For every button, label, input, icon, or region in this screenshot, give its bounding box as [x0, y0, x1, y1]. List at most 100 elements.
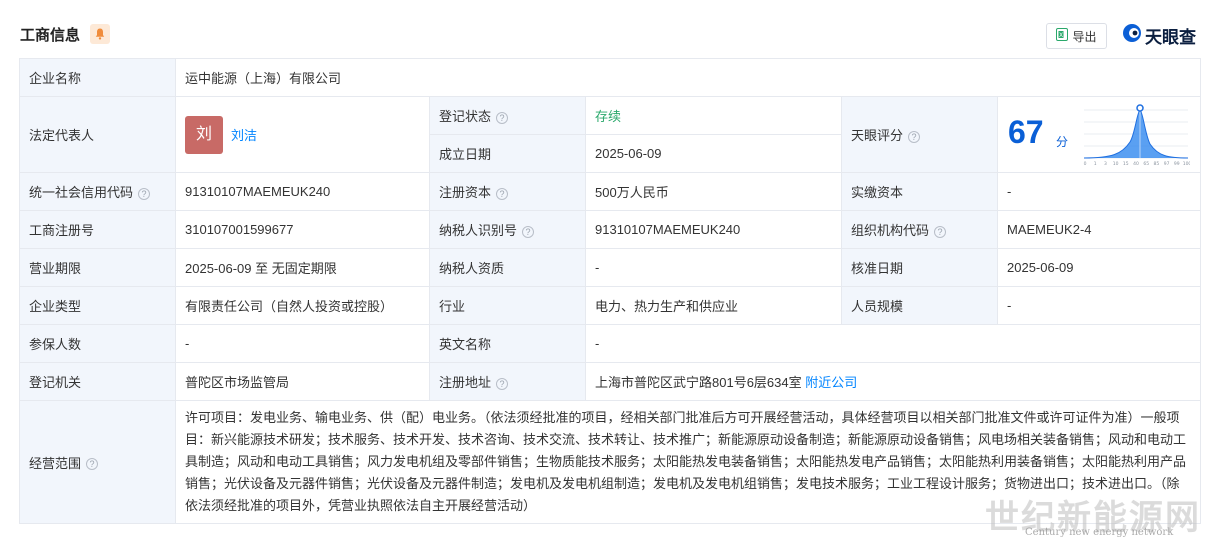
staff-size-label: 人员规模 — [841, 286, 998, 325]
help-icon[interactable]: ? — [86, 458, 99, 471]
founded-label: 成立日期 — [429, 134, 586, 173]
export-label: 导出 — [1072, 29, 1097, 44]
help-icon[interactable]: ? — [496, 187, 509, 200]
taxpayer-id-label: 纳税人识别号? — [429, 210, 586, 249]
section-header: 工商信息 X 导出 天眼查 — [0, 0, 1220, 58]
insured-value: - — [175, 324, 430, 363]
reg-status-label: 登记状态? — [429, 96, 586, 135]
approval-date-value: 2025-06-09 — [996, 248, 1202, 287]
export-button[interactable]: X 导出 — [1046, 23, 1107, 49]
row-legal-rep: 法定代表人 刘刘洁 登记状态? 存续 天眼评分? 67 分 0 1 3 10 15 40 6… — [19, 96, 1202, 173]
avatar[interactable]: 刘 — [185, 115, 223, 154]
reg-capital-label: 注册资本? — [429, 172, 586, 211]
score-x-tick: 40 — [1133, 161, 1139, 167]
score-value: 67 — [1008, 113, 1044, 150]
score-x-tick: 85 — [1154, 161, 1160, 167]
tianyancha-logo: 天眼查 — [1122, 23, 1196, 48]
company-name-value: 运中能源（上海）有限公司 — [174, 58, 1202, 97]
type-value: 有限责任公司（自然人投资或控股） — [175, 286, 430, 325]
org-code-value: MAEMEUK2-4 — [996, 210, 1202, 249]
authority-value: 普陀区市场监管局 — [175, 362, 430, 401]
taxpayer-id-label-text: 纳税人识别号 — [439, 223, 518, 238]
org-code-label: 组织机构代码? — [841, 210, 998, 249]
help-icon[interactable]: ? — [934, 225, 947, 238]
reg-status-label-text: 登记状态 — [439, 109, 492, 124]
business-info-table: 企业名称 运中能源（上海）有限公司 法定代表人 刘刘洁 登记状态? 存续 天眼评… — [19, 58, 1202, 524]
logo-mark-icon — [1122, 23, 1142, 48]
authority-label: 登记机关 — [19, 362, 176, 401]
industry-value: 电力、热力生产和供应业 — [585, 286, 842, 325]
row-credit-code: 统一社会信用代码? 91310107MAEMEUK240 注册资本? 500万人… — [19, 172, 1202, 211]
score-cell[interactable]: 67 分 0 1 3 10 15 40 65 85 97 99 100 — [996, 96, 1202, 173]
watermark-sub: Century new energy network — [1025, 527, 1174, 538]
scope-label: 经营范围? — [19, 400, 176, 524]
score-unit: 分 — [1056, 134, 1069, 149]
company-name-label: 企业名称 — [19, 58, 176, 97]
legal-rep-label: 法定代表人 — [19, 96, 176, 173]
score-x-tick: 99 — [1174, 161, 1180, 167]
address-label-text: 注册地址 — [439, 375, 492, 390]
watermark: 世纪新能源网 Century new energy network — [985, 490, 1215, 540]
type-label: 企业类型 — [19, 286, 176, 325]
row-authority: 登记机关 普陀区市场监管局 注册地址? 上海市普陀区武宁路801号6层634室 … — [19, 362, 1202, 401]
row-term: 营业期限 2025-06-09 至 无固定期限 纳税人资质 - 核准日期 202… — [19, 248, 1202, 287]
address-label: 注册地址? — [429, 362, 586, 401]
bell-icon[interactable] — [90, 24, 110, 44]
taxpayer-qual-value: - — [585, 248, 842, 287]
reg-status-value: 存续 — [585, 96, 842, 135]
credit-code-label-text: 统一社会信用代码 — [29, 185, 134, 200]
help-icon[interactable]: ? — [522, 225, 535, 238]
score-x-tick: 1 — [1094, 161, 1097, 167]
industry-label: 行业 — [429, 286, 586, 325]
excel-icon: X — [1056, 28, 1069, 44]
svg-text:X: X — [1059, 32, 1063, 39]
founded-value: 2025-06-09 — [585, 134, 842, 173]
address-value-cell: 上海市普陀区武宁路801号6层634室 附近公司 — [584, 362, 1202, 401]
biz-reg-no-label: 工商注册号 — [19, 210, 176, 249]
score-label: 天眼评分? — [841, 96, 998, 173]
term-value: 2025-06-09 至 无固定期限 — [175, 248, 430, 287]
legal-rep-name-link[interactable]: 刘洁 — [231, 128, 257, 143]
legal-rep-cell: 刘刘洁 — [175, 96, 430, 173]
score-x-tick: 0 — [1084, 161, 1087, 167]
score-x-tick: 97 — [1164, 161, 1170, 167]
address-value: 上海市普陀区武宁路801号6层634室 — [595, 375, 802, 390]
credit-code-value: 91310107MAEMEUK240 — [175, 172, 430, 211]
score-widget: 67 分 0 1 3 10 15 40 65 85 97 99 100 — [998, 98, 1200, 172]
paid-capital-value: - — [996, 172, 1202, 211]
score-x-tick: 10 — [1113, 161, 1119, 167]
row-biz-reg-no: 工商注册号 310107001599677 纳税人识别号? 91310107MA… — [19, 210, 1202, 249]
score-distribution-chart: 0 1 3 10 15 40 65 85 97 99 100 — [1084, 103, 1190, 167]
staff-size-value: - — [996, 286, 1202, 325]
credit-code-label: 统一社会信用代码? — [19, 172, 176, 211]
help-icon[interactable]: ? — [496, 377, 509, 390]
section-title: 工商信息 — [20, 27, 81, 44]
nearby-companies-link[interactable]: 附近公司 — [805, 375, 857, 390]
logo-text: 天眼查 — [1145, 27, 1196, 47]
score-x-tick: 100 — [1183, 161, 1190, 167]
score-x-tick: 3 — [1104, 161, 1107, 167]
english-name-value: - — [584, 324, 1202, 363]
help-icon[interactable]: ? — [138, 187, 151, 200]
row-type: 企业类型 有限责任公司（自然人投资或控股） 行业 电力、热力生产和供应业 人员规… — [19, 286, 1202, 325]
score-marker-dot — [1136, 103, 1144, 112]
score-x-tick: 15 — [1123, 161, 1129, 167]
reg-capital-label-text: 注册资本 — [439, 185, 492, 200]
scope-label-text: 经营范围 — [29, 455, 82, 471]
score-label-text: 天眼评分 — [851, 128, 904, 143]
org-code-label-text: 组织机构代码 — [851, 223, 930, 238]
row-company-name: 企业名称 运中能源（上海）有限公司 — [19, 58, 1202, 97]
term-label: 营业期限 — [19, 248, 176, 287]
taxpayer-qual-label: 纳税人资质 — [429, 248, 586, 287]
insured-label: 参保人数 — [19, 324, 176, 363]
row-insured: 参保人数 - 英文名称 - — [19, 324, 1202, 363]
help-icon[interactable]: ? — [496, 111, 509, 124]
help-icon[interactable]: ? — [908, 130, 921, 143]
approval-date-label: 核准日期 — [841, 248, 998, 287]
reg-capital-value: 500万人民币 — [585, 172, 842, 211]
score-x-tick: 65 — [1143, 161, 1149, 167]
taxpayer-id-value: 91310107MAEMEUK240 — [585, 210, 842, 249]
biz-reg-no-value: 310107001599677 — [175, 210, 430, 249]
paid-capital-label: 实缴资本 — [841, 172, 998, 211]
english-name-label: 英文名称 — [429, 324, 586, 363]
